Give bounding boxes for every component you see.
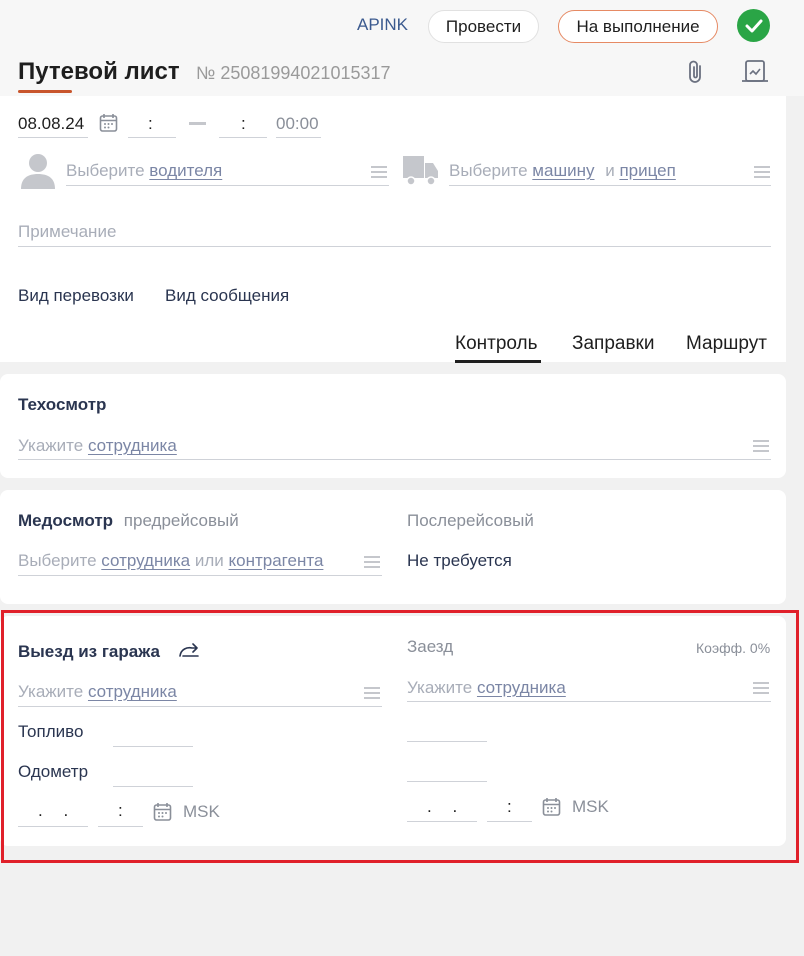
- doc-number-prefix: №: [196, 63, 216, 83]
- tab-control[interactable]: Контроль: [455, 333, 538, 355]
- tech-prefix: Укажите: [18, 436, 84, 455]
- tech-inspection-select[interactable]: Укажите сотрудника: [18, 436, 177, 456]
- trailer-link[interactable]: прицеп: [619, 161, 675, 180]
- driver-link[interactable]: водителя: [149, 161, 222, 180]
- post-button[interactable]: Провести: [428, 10, 539, 43]
- page-title: Путевой лист: [18, 58, 180, 85]
- calendar-icon[interactable]: [99, 113, 118, 138]
- time-from-underline: [128, 137, 176, 138]
- post-trip-label: Послерейсовый: [407, 511, 534, 530]
- title-underline: [18, 90, 72, 93]
- org-link[interactable]: APINK: [357, 15, 408, 35]
- med-inspection-select[interactable]: Выберите сотрудника или контрагента: [18, 551, 323, 571]
- transport-type-link[interactable]: Вид перевозки: [18, 286, 134, 306]
- med-inspection-subtitle: предрейсовый: [123, 511, 239, 530]
- date-value[interactable]: 08.08.24: [18, 114, 84, 134]
- highlight-frame: [1, 610, 799, 863]
- range-dash: [189, 122, 206, 125]
- tech-employee-link[interactable]: сотрудника: [88, 436, 177, 455]
- med-prefix: Выберите: [18, 551, 97, 570]
- med-or: или: [194, 551, 224, 570]
- med-inspection-title: Медосмотр: [18, 511, 114, 530]
- post-trip-value: Не требуется: [407, 551, 512, 570]
- tab-active-indicator: [455, 360, 541, 363]
- vehicle-underline: [449, 185, 771, 186]
- document-sign-icon[interactable]: [741, 59, 769, 90]
- doc-number-value: 25081994021015317: [220, 63, 391, 83]
- paperclip-icon[interactable]: [686, 59, 706, 90]
- driver-underline: [66, 185, 389, 186]
- check-icon[interactable]: [737, 9, 770, 42]
- duration-underline: [276, 137, 321, 138]
- doc-number: № 25081994021015317: [196, 63, 391, 84]
- driver-select[interactable]: Выберите водителя: [66, 161, 222, 181]
- driver-avatar-icon: [19, 153, 57, 194]
- tech-underline: [18, 459, 771, 460]
- tab-refuel[interactable]: Заправки: [572, 333, 655, 355]
- tech-inspection-title: Техосмотр: [18, 395, 107, 414]
- med-inspection-header: Медосмотр предрейсовый: [18, 511, 239, 531]
- status-button[interactable]: На выполнение: [558, 10, 718, 43]
- vehicle-menu-icon[interactable]: [754, 166, 770, 178]
- duration-value: 00:00: [276, 114, 319, 133]
- time-from-input[interactable]: :: [148, 114, 153, 134]
- med-menu-icon[interactable]: [364, 556, 380, 568]
- truck-icon: [403, 154, 439, 191]
- vehicle-prefix: Выберите: [449, 161, 528, 180]
- tech-menu-icon[interactable]: [753, 440, 769, 452]
- note-underline: [18, 246, 771, 247]
- tech-inspection-card: [0, 374, 786, 478]
- driver-menu-icon[interactable]: [371, 166, 387, 178]
- date-underline: [18, 137, 88, 138]
- med-inspection-card: [0, 490, 786, 604]
- vehicle-and: и: [605, 161, 615, 180]
- med-contractor-link[interactable]: контрагента: [229, 551, 324, 570]
- med-underline: [18, 575, 382, 576]
- tab-route[interactable]: Маршрут: [686, 333, 767, 355]
- message-type-link[interactable]: Вид сообщения: [165, 286, 289, 306]
- time-to-underline: [219, 137, 267, 138]
- vehicle-select[interactable]: Выберите машину и прицеп: [449, 161, 676, 181]
- vehicle-link[interactable]: машину: [532, 161, 594, 180]
- time-to-input[interactable]: :: [241, 114, 246, 134]
- note-input[interactable]: Примечание: [18, 222, 116, 242]
- med-employee-link[interactable]: сотрудника: [101, 551, 190, 570]
- driver-prefix: Выберите: [66, 161, 145, 180]
